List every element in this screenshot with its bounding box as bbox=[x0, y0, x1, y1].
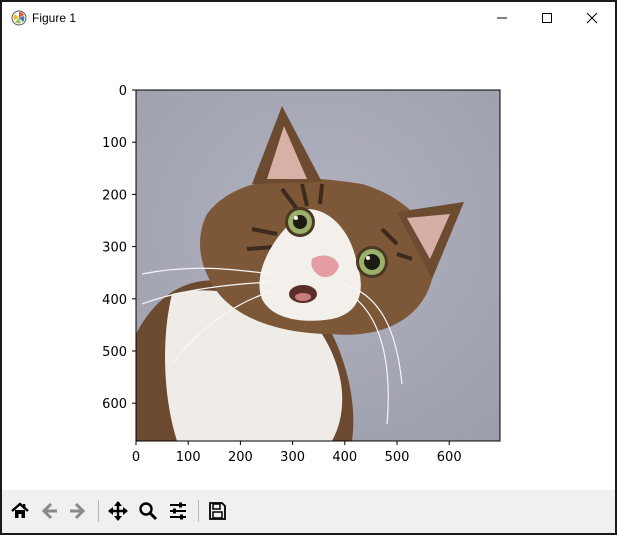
y-tick-label: 300 bbox=[102, 241, 127, 256]
y-tick-label: 0 bbox=[119, 84, 127, 99]
toolbar-separator bbox=[198, 500, 199, 522]
close-icon bbox=[586, 12, 598, 24]
home-button[interactable] bbox=[8, 498, 32, 524]
x-tick-label: 0 bbox=[132, 450, 140, 465]
x-tick-label: 100 bbox=[176, 450, 201, 465]
home-icon bbox=[11, 502, 29, 518]
x-tick-label: 600 bbox=[437, 450, 462, 465]
minimize-icon bbox=[497, 17, 507, 19]
maximize-button[interactable] bbox=[525, 2, 569, 34]
arrow-right-icon bbox=[70, 502, 86, 520]
y-tick-label: 500 bbox=[102, 345, 127, 360]
sliders-icon bbox=[170, 502, 186, 520]
window-title: Figure 1 bbox=[32, 11, 77, 25]
y-tick-label: 100 bbox=[102, 136, 127, 151]
x-tick-label: 200 bbox=[228, 450, 253, 465]
x-tick-label: 300 bbox=[280, 450, 305, 465]
y-axis-ticks: 0 100 200 300 400 500 600 bbox=[102, 84, 136, 412]
y-tick-label: 600 bbox=[102, 397, 127, 412]
title-bar[interactable]: Figure 1 bbox=[2, 2, 615, 34]
x-tick-label: 500 bbox=[385, 450, 410, 465]
pan-button[interactable] bbox=[106, 498, 130, 524]
close-button[interactable] bbox=[570, 2, 614, 34]
axes-svg: 0 100 200 300 400 500 600 0 100 200 300 400 500 600 bbox=[102, 84, 501, 465]
save-button[interactable] bbox=[205, 498, 229, 524]
floppy-disk-icon bbox=[209, 502, 226, 520]
maximize-icon bbox=[542, 13, 552, 23]
magnifier-icon bbox=[139, 502, 158, 521]
navigation-toolbar bbox=[2, 490, 615, 533]
figure-window: Figure 1 0 100 200 300 400 500 600 0 100… bbox=[0, 0, 617, 535]
y-tick-label: 200 bbox=[102, 188, 127, 203]
configure-subplots-button[interactable] bbox=[166, 498, 190, 524]
figure-canvas[interactable]: 0 100 200 300 400 500 600 0 100 200 300 400 500 600 bbox=[2, 34, 615, 490]
toolbar-separator bbox=[98, 500, 99, 522]
minimize-button[interactable] bbox=[480, 2, 524, 34]
x-axis-ticks: 0 100 200 300 400 500 600 bbox=[132, 441, 462, 465]
forward-button[interactable] bbox=[65, 498, 89, 524]
x-tick-label: 400 bbox=[332, 450, 357, 465]
matplotlib-app-icon bbox=[11, 10, 27, 26]
cat-image bbox=[136, 90, 500, 441]
back-button[interactable] bbox=[38, 498, 62, 524]
move-icon bbox=[108, 501, 128, 521]
arrow-left-icon bbox=[41, 502, 57, 520]
y-tick-label: 400 bbox=[102, 293, 127, 308]
zoom-button[interactable] bbox=[136, 498, 160, 524]
